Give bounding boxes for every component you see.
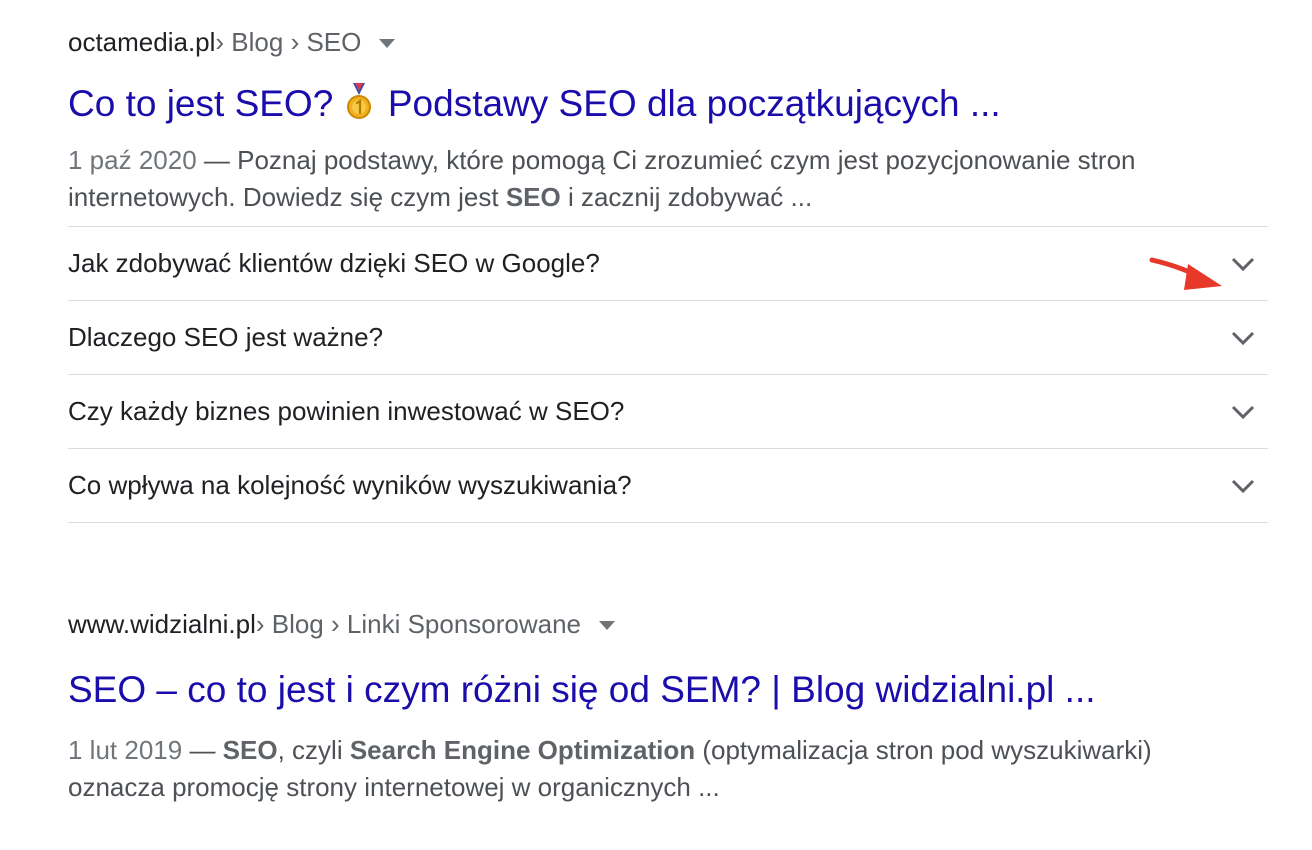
result-title-link[interactable]: Co to jest SEO? Podstawy SEO dla początk… [68, 78, 1268, 130]
result-url-breadcrumb: octamedia.pl › Blog › SEO [68, 22, 1268, 62]
snippet-highlight: SEO [222, 735, 278, 765]
related-question-item[interactable]: Jak zdobywać klientów dzięki SEO w Googl… [68, 227, 1268, 301]
snippet-highlight: Search Engine Optimization [349, 735, 696, 765]
caret-down-icon[interactable] [599, 620, 616, 630]
snippet-text: , czyli [277, 735, 350, 765]
result-title-part: Podstawy SEO dla początkujących ... [377, 83, 1001, 124]
related-questions-list: Jak zdobywać klientów dzięki SEO w Googl… [68, 226, 1268, 523]
result-breadcrumb-path: › Blog › SEO [215, 27, 362, 57]
result-url-breadcrumb: www.widzialni.pl › Blog › Linki Sponsoro… [68, 604, 1268, 644]
result-snippet: 1 lut 2019 — SEO, czyli Search Engine Op… [68, 732, 1228, 806]
result-breadcrumb-path: › Blog › Linki Sponsorowane [255, 609, 582, 639]
result-title-link[interactable]: SEO – co to jest i czym różni się od SEM… [68, 664, 1268, 716]
related-question-item[interactable]: Czy każdy biznes powinien inwestować w S… [68, 375, 1268, 449]
result-domain[interactable]: octamedia.pl [68, 22, 215, 62]
related-question-item[interactable]: Co wpływa na kolejność wyników wyszukiwa… [68, 449, 1268, 523]
snippet-dash: — [196, 145, 238, 175]
related-question-text: Co wpływa na kolejność wyników wyszukiwa… [68, 470, 632, 500]
caret-down-icon[interactable] [379, 38, 396, 48]
search-result-widzialni: www.widzialni.pl › Blog › Linki Sponsoro… [68, 604, 1268, 806]
related-question-text: Jak zdobywać klientów dzięki SEO w Googl… [68, 248, 600, 278]
chevron-down-icon[interactable] [1230, 473, 1256, 499]
result-domain[interactable]: www.widzialni.pl [68, 604, 256, 644]
result-date: 1 paź 2020 [68, 145, 197, 175]
result-title-part: Co to jest SEO? [68, 83, 344, 124]
snippet-highlight: SEO [505, 182, 561, 212]
related-question-text: Dlaczego SEO jest ważne? [68, 322, 384, 352]
medal-icon [346, 83, 371, 119]
snippet-dash: — [182, 735, 223, 765]
related-question-text: Czy każdy biznes powinien inwestować w S… [68, 396, 625, 426]
result-date: 1 lut 2019 [68, 735, 183, 765]
red-arrow-icon [1149, 257, 1222, 290]
snippet-text: i zacznij zdobywać ... [560, 182, 813, 212]
chevron-down-icon[interactable] [1230, 399, 1256, 425]
chevron-down-icon[interactable] [1230, 325, 1256, 351]
chevron-down-icon[interactable] [1230, 251, 1256, 277]
result-snippet: 1 paź 2020 — Poznaj podstawy, które pomo… [68, 142, 1228, 216]
related-question-item[interactable]: Dlaczego SEO jest ważne? [68, 301, 1268, 375]
search-result-octamedia: octamedia.pl › Blog › SEO Co to jest SEO… [68, 22, 1268, 523]
